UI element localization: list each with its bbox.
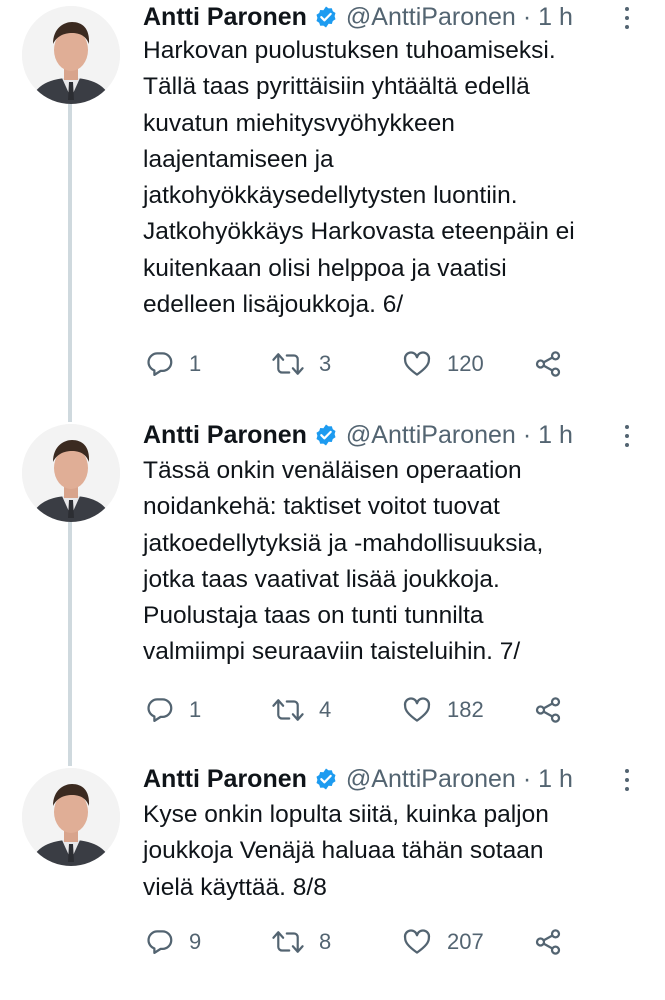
like-count: 207 bbox=[447, 929, 484, 954]
tweet-text-line: laajentamiseen ja bbox=[143, 145, 334, 173]
like-button[interactable]: 207 bbox=[401, 925, 484, 959]
avatar[interactable] bbox=[22, 424, 120, 522]
retweet-count: 3 bbox=[319, 351, 332, 376]
tweet-text: Tässä onkin venäläisen operaation noidan… bbox=[143, 453, 643, 671]
tweet-text-line: edelleen lisäjoukkoja. 6/ bbox=[143, 291, 404, 319]
reply-icon bbox=[147, 930, 173, 954]
tweet-actions: 9 8 207 bbox=[143, 925, 623, 959]
like-button[interactable]: 182 bbox=[401, 693, 484, 727]
like-icon bbox=[403, 697, 431, 722]
tweet-text-line: Kyse onkin lopulta siitä, kuinka paljon bbox=[143, 801, 549, 828]
timestamp[interactable]: 1 h bbox=[538, 765, 573, 794]
avatar-photo bbox=[22, 768, 120, 866]
retweet-button[interactable]: 3 bbox=[271, 347, 331, 381]
share-button[interactable] bbox=[533, 347, 563, 381]
tweet-text-line: jatkohyökkäysedellytysten luontiin. bbox=[143, 182, 518, 210]
reply-button[interactable]: 1 bbox=[145, 347, 201, 381]
retweet-icon bbox=[272, 931, 304, 953]
tweet-header: Antti Paronen @AnttiParonen · 1 h bbox=[143, 418, 573, 452]
retweet-count: 8 bbox=[319, 929, 332, 954]
share-icon bbox=[535, 351, 561, 377]
retweet-icon bbox=[272, 699, 304, 721]
reply-button[interactable]: 9 bbox=[145, 925, 201, 959]
tweet-text-line: valmiimpi seuraaviin taisteluihin. 7/ bbox=[143, 638, 521, 666]
like-count: 120 bbox=[447, 351, 484, 376]
like-icon bbox=[403, 351, 431, 376]
tweet-text-line: joukkoja Venäjä haluaa tähän sotaan bbox=[143, 837, 544, 865]
reply-icon bbox=[147, 698, 173, 722]
retweet-button[interactable]: 4 bbox=[271, 693, 331, 727]
thread-connector bbox=[68, 522, 72, 766]
reply-count: 1 bbox=[189, 351, 202, 376]
tweet-text-line: Tässä onkin venäläisen operaation bbox=[143, 457, 522, 484]
more-options-icon[interactable] bbox=[620, 4, 634, 32]
separator: · bbox=[522, 764, 532, 793]
author-name[interactable]: Antti Paronen bbox=[143, 765, 307, 794]
retweet-icon bbox=[272, 353, 304, 375]
tweet-text-line: vielä käyttää. 8/8 bbox=[143, 873, 327, 901]
tweet-text-line: kuitenkaan olisi helppoa ja vaatisi bbox=[143, 254, 507, 282]
timestamp[interactable]: 1 h bbox=[538, 3, 573, 32]
author-handle[interactable]: @AnttiParonen bbox=[346, 3, 516, 32]
tweet-actions: 1 4 182 bbox=[143, 693, 623, 727]
tweet-header: Antti Paronen @AnttiParonen · 1 h bbox=[143, 0, 573, 34]
separator: · bbox=[522, 420, 532, 449]
thread-feed: Antti Paronen @AnttiParonen · 1 h Harkov… bbox=[0, 0, 665, 1000]
tweet-text-line: noidankehä: taktiset voitot tuovat bbox=[143, 493, 500, 521]
reply-icon bbox=[147, 352, 173, 376]
share-button[interactable] bbox=[533, 925, 563, 959]
tweet-text-line: Puolustaja taas on tunti tunnilta bbox=[143, 602, 484, 630]
tweet-text: Kyse onkin lopulta siitä, kuinka paljon … bbox=[143, 797, 643, 906]
like-count: 182 bbox=[447, 697, 484, 722]
tweet-text-line: Jatkohyökkäys Harkovasta eteenpäin ei bbox=[143, 218, 575, 246]
tweet-text-line: kuvatun miehitysvyöhykkeen bbox=[143, 109, 455, 137]
retweet-count: 4 bbox=[319, 697, 332, 722]
tweet-text-line: jatkoedellytyksiä ja -mahdollisuuksia, bbox=[143, 529, 544, 557]
more-options-icon[interactable] bbox=[620, 422, 634, 450]
thread-connector bbox=[68, 104, 72, 422]
reply-button[interactable]: 1 bbox=[145, 693, 201, 727]
retweet-button[interactable]: 8 bbox=[271, 925, 331, 959]
tweet-text: Harkovan puolustuksen tuhoamiseksi. Täll… bbox=[143, 33, 643, 323]
share-button[interactable] bbox=[533, 693, 563, 727]
author-name[interactable]: Antti Paronen bbox=[143, 3, 307, 32]
tweet-text-line: Tällä taas pyrittäisiin yhtäältä edellä bbox=[143, 73, 530, 101]
reply-count: 9 bbox=[189, 929, 202, 954]
verified-badge-icon bbox=[314, 767, 338, 791]
avatar-photo bbox=[22, 424, 120, 522]
author-name[interactable]: Antti Paronen bbox=[143, 421, 307, 450]
avatar-photo bbox=[22, 6, 120, 104]
share-icon bbox=[535, 697, 561, 723]
avatar[interactable] bbox=[22, 768, 120, 866]
tweet-text-line: jotka taas vaativat lisää joukkoja. bbox=[143, 565, 500, 593]
verified-badge-icon bbox=[314, 423, 338, 447]
more-options-icon[interactable] bbox=[620, 766, 634, 794]
tweet-text-line: Harkovan puolustuksen tuhoamiseksi. bbox=[143, 37, 556, 64]
tweet-actions: 1 3 120 bbox=[143, 347, 623, 381]
author-handle[interactable]: @AnttiParonen bbox=[346, 765, 516, 794]
separator: · bbox=[522, 2, 532, 31]
like-button[interactable]: 120 bbox=[401, 347, 484, 381]
like-icon bbox=[403, 929, 431, 954]
reply-count: 1 bbox=[189, 697, 202, 722]
share-icon bbox=[535, 929, 561, 955]
timestamp[interactable]: 1 h bbox=[538, 421, 573, 450]
avatar[interactable] bbox=[22, 6, 120, 104]
author-handle[interactable]: @AnttiParonen bbox=[346, 421, 516, 450]
verified-badge-icon bbox=[314, 5, 338, 29]
tweet-header: Antti Paronen @AnttiParonen · 1 h bbox=[143, 762, 573, 796]
